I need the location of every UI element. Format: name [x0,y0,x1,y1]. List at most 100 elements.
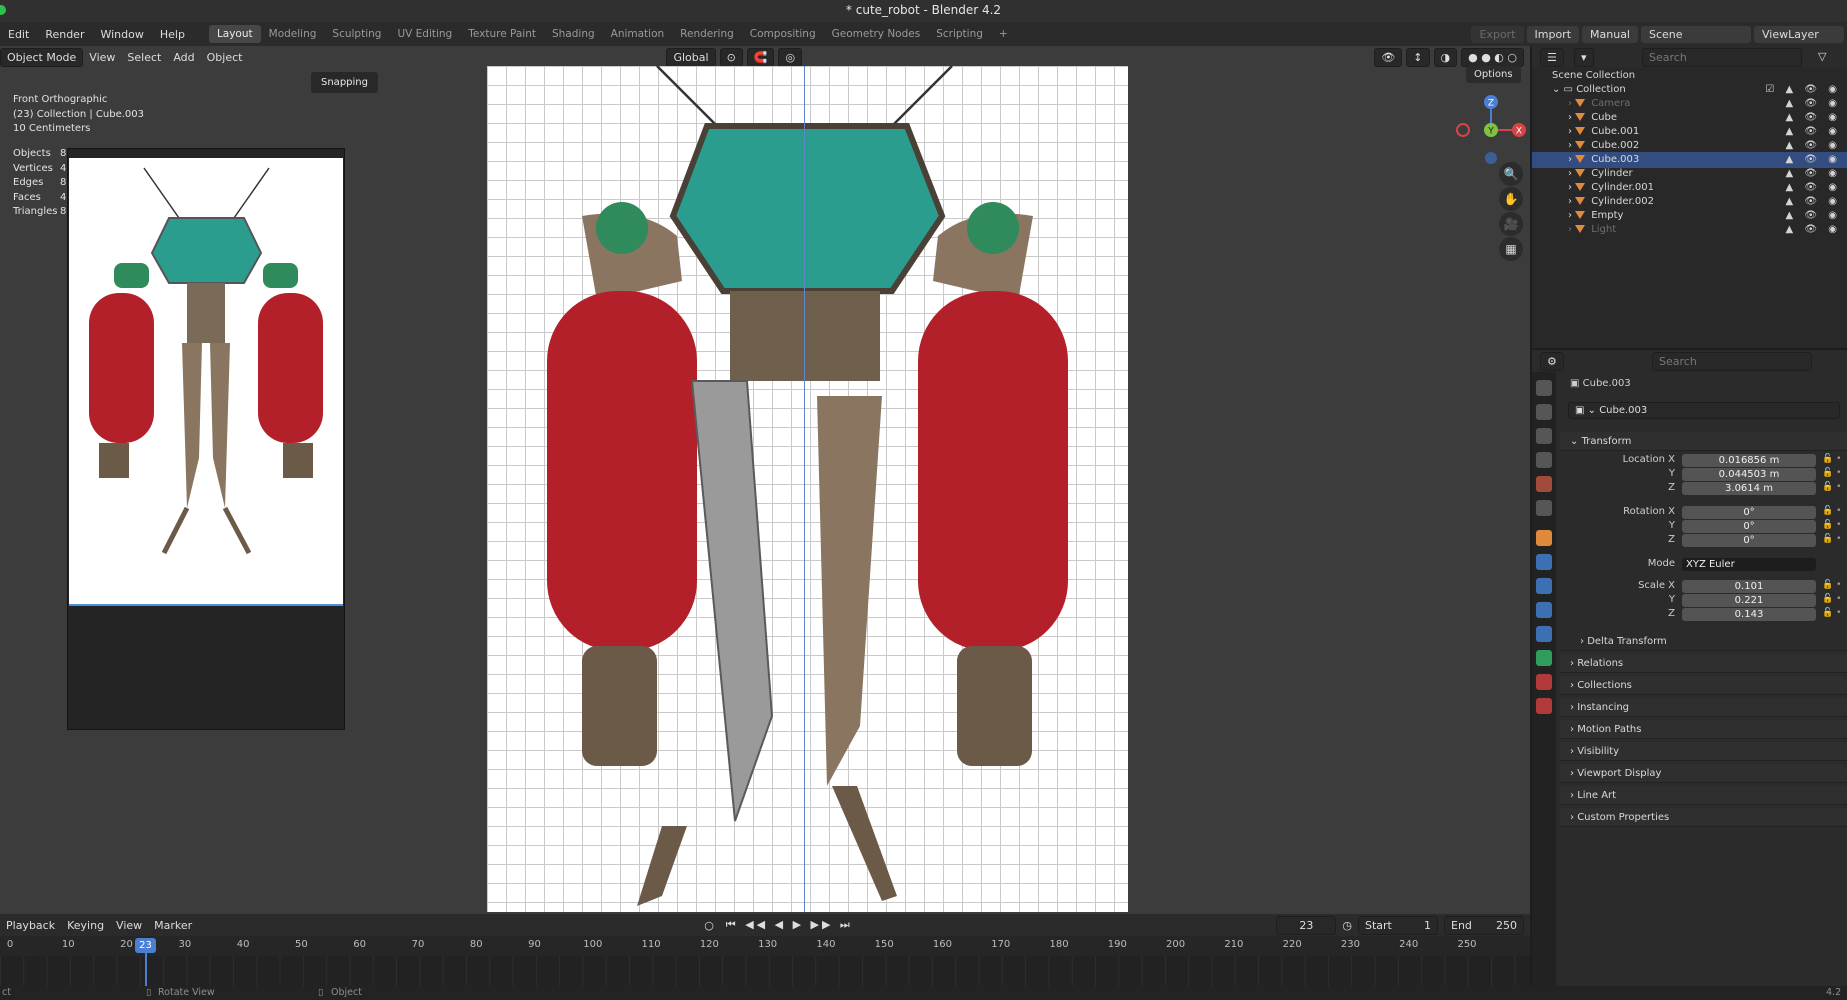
lock-icon[interactable]: 🔓 • [1822,594,1841,604]
shading-mode-icon[interactable]: ● ● ◐ ○ [1461,47,1524,67]
record-icon[interactable]: ○ [698,917,720,934]
chevron-right-icon[interactable]: › [1532,196,1575,207]
data-tab-icon[interactable] [1536,650,1552,666]
scene-selector[interactable]: Scene [1641,25,1751,43]
menu-add[interactable]: Add [167,49,200,66]
menu-keying[interactable]: Keying [61,917,110,934]
scale-x-field[interactable]: 0.101 [1682,580,1816,593]
view-layer-selector[interactable]: ViewLayer [1754,25,1844,43]
physics-tab-icon[interactable] [1536,602,1552,618]
menu-edit[interactable]: Edit [0,28,37,41]
playback-controls[interactable]: ⏮ ◀◀ ◀ ▶ ▶▶ ⏭ [720,916,859,934]
chevron-right-icon[interactable]: › [1532,112,1575,123]
menu-select[interactable]: Select [121,49,167,66]
chevron-right-icon[interactable]: › [1532,126,1575,137]
chevron-right-icon[interactable]: › [1532,168,1575,179]
chevron-right-icon[interactable]: › [1532,224,1575,235]
render-tab-icon[interactable] [1536,404,1552,420]
world-tab-icon[interactable] [1536,500,1552,516]
properties-search[interactable]: Search [1652,352,1812,371]
menu-view[interactable]: View [110,917,148,934]
rotation-y-field[interactable]: 0° [1682,520,1816,533]
chevron-right-icon[interactable]: › [1532,154,1575,165]
timeline-track[interactable] [0,956,1530,986]
tab-animation[interactable]: Animation [603,25,673,43]
constraints-tab-icon[interactable] [1536,626,1552,642]
output-tab-icon[interactable] [1536,428,1552,444]
tab-uv-editing[interactable]: UV Editing [389,25,460,43]
outliner-item[interactable]: › Light ▲ 👁 ◉ [1532,222,1847,238]
tab-rendering[interactable]: Rendering [672,25,742,43]
tab-scripting[interactable]: Scripting [928,25,991,43]
texture-tab-icon[interactable] [1536,698,1552,714]
viewport-display-panel[interactable]: › Viewport Display [1560,764,1847,783]
chevron-right-icon[interactable]: › [1532,98,1575,109]
location-x-field[interactable]: 0.016856 m [1682,454,1816,467]
tool-tab-icon[interactable] [1536,380,1552,396]
add-workspace-icon[interactable]: + [991,25,1016,43]
chevron-right-icon[interactable]: › [1532,140,1575,151]
orientation-selector[interactable]: Global [666,47,716,67]
lock-icon[interactable]: 🔓 • [1822,534,1841,544]
playhead-frame-label[interactable]: 23 [135,938,156,953]
robot-model[interactable] [487,66,1128,912]
tab-modeling[interactable]: Modeling [261,25,325,43]
editor-type-icon[interactable]: ☰ [1540,48,1564,67]
scale-z-field[interactable]: 0.143 [1682,608,1816,621]
delta-transform-panel[interactable]: › Delta Transform [1560,632,1847,651]
pan-icon[interactable]: ✋ [1499,187,1523,211]
line-art-panel[interactable]: › Line Art [1560,786,1847,805]
menu-object[interactable]: Object [201,49,249,66]
lock-icon[interactable]: 🔓 • [1822,506,1841,516]
rotation-mode-dropdown[interactable]: XYZ Euler [1682,558,1816,571]
datablock-field[interactable]: ▣ ⌄ Cube.003 [1568,402,1840,419]
camera-view-icon[interactable]: 🎥 [1499,212,1523,236]
proportional-edit-icon[interactable]: ◎ [778,47,803,67]
import-button[interactable]: Import [1526,25,1580,43]
start-frame-field[interactable]: Start 1 [1358,915,1438,935]
rotation-z-field[interactable]: 0° [1682,534,1816,547]
relations-panel[interactable]: › Relations [1560,654,1847,673]
menu-render[interactable]: Render [37,28,92,41]
end-frame-field[interactable]: End 250 [1444,915,1524,935]
export-button[interactable]: Export [1471,25,1524,43]
visibility-panel[interactable]: › Visibility [1560,742,1847,761]
navigation-gizmo[interactable]: Z Y X [1451,90,1531,170]
clock-icon[interactable]: ◷ [1336,917,1358,934]
rotation-x-field[interactable]: 0° [1682,506,1816,519]
scale-y-field[interactable]: 0.221 [1682,594,1816,607]
expand-icon[interactable]: ⌄ ▭ [1532,84,1576,95]
object-tab-icon[interactable] [1536,530,1552,546]
particles-tab-icon[interactable] [1536,578,1552,594]
zoom-icon[interactable]: 🔍 [1499,162,1523,186]
tab-sculpting[interactable]: Sculpting [324,25,389,43]
mode-selector[interactable]: Object Mode [0,47,84,67]
tab-layout[interactable]: Layout [208,25,261,43]
motion-paths-panel[interactable]: › Motion Paths [1560,720,1847,739]
row-toggles[interactable]: ▲ 👁 ◉ [1786,222,1841,238]
editor-type-icon[interactable]: ⚙ [1540,352,1564,371]
menu-playback[interactable]: Playback [0,917,61,934]
overlay-toggle-icon[interactable]: ◑ [1433,47,1458,67]
tab-compositing[interactable]: Compositing [742,25,824,43]
filter-icon[interactable]: ▽ [1812,48,1832,65]
lock-icon[interactable]: 🔓 • [1822,454,1841,464]
pivot-icon[interactable]: ⊙ [719,47,743,67]
transform-panel-header[interactable]: ⌄ Transform [1560,432,1847,451]
tab-shading[interactable]: Shading [544,25,603,43]
chevron-right-icon[interactable]: › [1532,182,1575,193]
current-frame-field[interactable]: 23 [1276,915,1337,935]
lock-icon[interactable]: 🔓 • [1822,520,1841,530]
tab-texture-paint[interactable]: Texture Paint [460,25,544,43]
menu-window[interactable]: Window [92,28,151,41]
menu-view[interactable]: View [83,49,121,66]
manual-button[interactable]: Manual [1582,25,1638,43]
chevron-right-icon[interactable]: › [1532,210,1575,221]
lock-icon[interactable]: 🔓 • [1822,608,1841,618]
material-tab-icon[interactable] [1536,674,1552,690]
instancing-panel[interactable]: › Instancing [1560,698,1847,717]
custom-properties-panel[interactable]: › Custom Properties [1560,808,1847,827]
display-mode-icon[interactable]: ▾ [1574,48,1594,67]
snapping-icon[interactable]: 🧲 [746,47,775,67]
lock-icon[interactable]: 🔓 • [1822,468,1841,478]
